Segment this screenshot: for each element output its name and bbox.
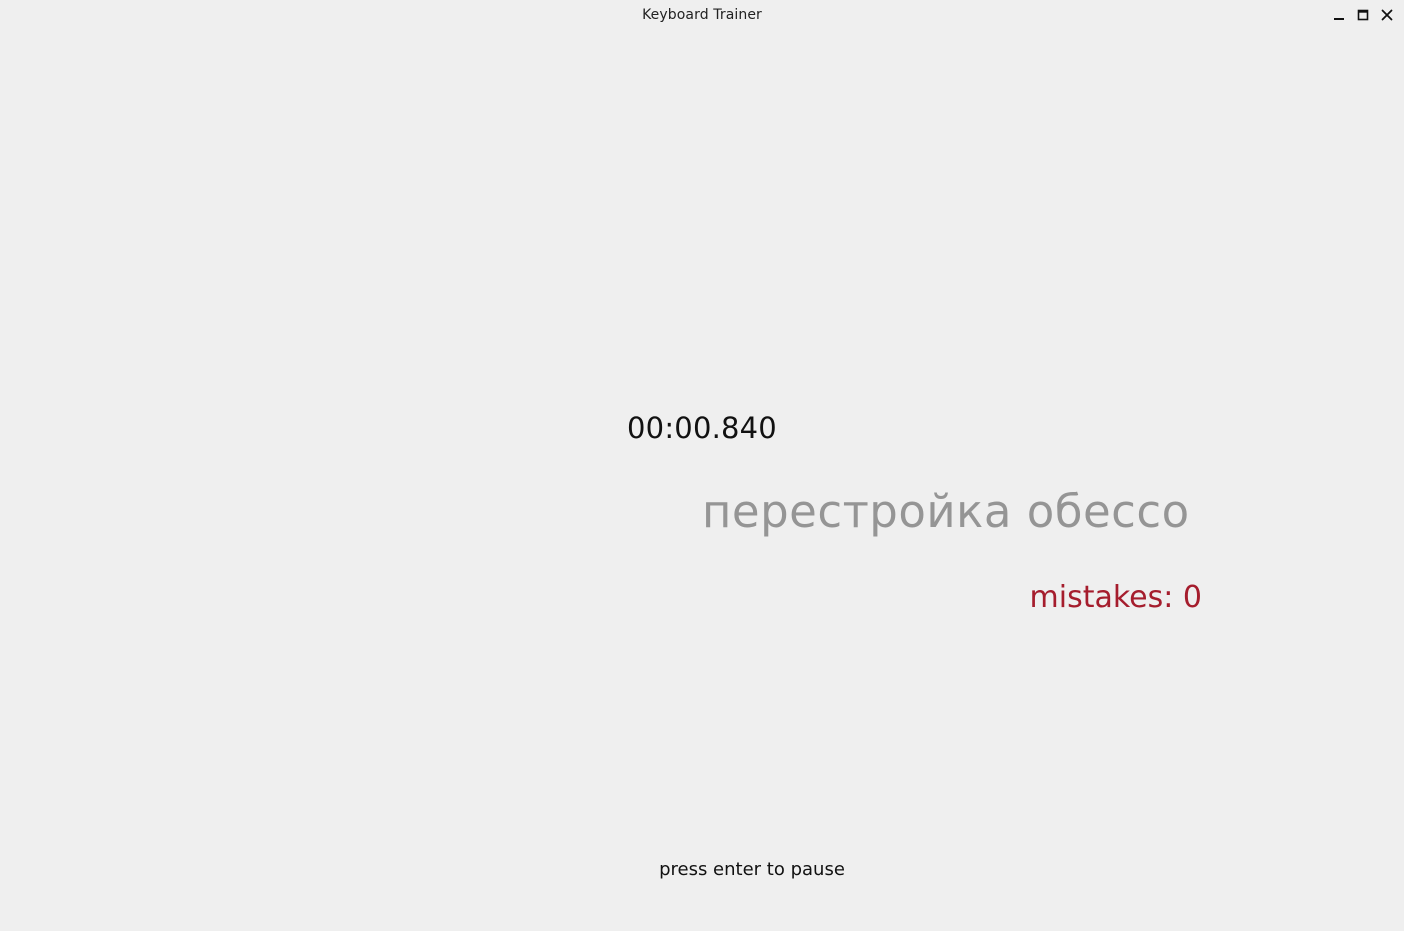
pause-hint: press enter to pause [659,859,845,880]
typing-text-window: перестройка обессо [702,480,1202,544]
target-text: перестройка обессо [702,485,1190,538]
minimize-button[interactable] [1330,4,1348,26]
mistakes-counter: mistakes: 0 [1029,580,1202,615]
window-controls [1330,4,1396,26]
minimize-icon [1334,18,1344,20]
title-bar: Keyboard Trainer [0,0,1404,30]
window-title: Keyboard Trainer [642,7,762,23]
close-button[interactable] [1378,4,1396,26]
elapsed-timer: 00:00.840 [627,411,777,445]
close-icon [1381,9,1393,21]
maximize-icon [1357,9,1369,21]
maximize-button[interactable] [1354,4,1372,26]
